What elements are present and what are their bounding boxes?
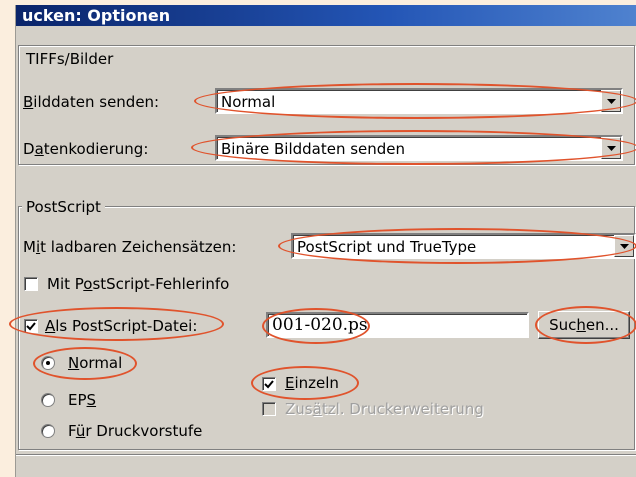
als-datei-label: Als PostScript-Datei: — [45, 317, 198, 335]
radio-normal[interactable] — [41, 356, 55, 370]
title-bar[interactable]: ucken: Optionen — [16, 5, 636, 26]
radio-selected-dot — [46, 361, 50, 365]
print-options-dialog: ucken: Optionen TIFFs/Bilder Bilddaten s… — [9, 5, 636, 477]
radio-eps[interactable] — [41, 393, 55, 407]
radio-eps-label: EPS — [68, 391, 97, 409]
filename-value: 001-020.ps — [272, 315, 368, 335]
chevron-down-icon — [607, 99, 616, 104]
checkmark-icon — [264, 380, 274, 389]
bilddaten-label: Bilddaten senden: — [23, 93, 160, 111]
zeichensaetze-value: PostScript und TrueType — [297, 238, 477, 256]
bilddaten-value: Normal — [221, 93, 276, 111]
als-datei-checkbox[interactable] — [24, 319, 38, 333]
chevron-down-icon — [607, 146, 616, 151]
einzeln-label: Einzeln — [285, 374, 339, 392]
bilddaten-select[interactable]: Normal — [215, 88, 623, 114]
bilddaten-dropdown-button[interactable] — [601, 90, 621, 112]
zeichensaetze-label: Mit ladbaren Zeichensätzen: — [23, 238, 237, 256]
radio-normal-label: Normal — [68, 354, 123, 372]
datenkodierung-dropdown-button[interactable] — [601, 137, 621, 159]
postscript-filename-input[interactable]: 001-020.ps — [266, 312, 529, 338]
chevron-down-icon — [620, 244, 629, 249]
datenkodierung-label: Datenkodierung: — [23, 140, 149, 158]
zeichensaetze-dropdown-button[interactable] — [614, 235, 634, 257]
radio-druckvorstufe-label: Für Druckvorstufe — [68, 422, 203, 440]
zusaetzl-label: Zusätzl. Druckerweiterung — [285, 400, 484, 418]
bottom-divider — [16, 454, 636, 456]
postscript-group-label: PostScript — [22, 198, 105, 216]
datenkodierung-select[interactable]: Binäre Bilddaten senden — [215, 135, 623, 161]
datenkodierung-value: Binäre Bilddaten senden — [221, 140, 406, 158]
fehlerinfo-checkbox[interactable] — [24, 277, 38, 291]
zusaetzl-checkbox[interactable] — [262, 402, 276, 416]
checkmark-icon — [26, 322, 36, 331]
fehlerinfo-label: Mit PostScript-Fehlerinfo — [47, 275, 230, 293]
einzeln-checkbox[interactable] — [262, 377, 276, 391]
window-title: ucken: Optionen — [22, 6, 171, 25]
radio-druckvorstufe[interactable] — [41, 424, 55, 438]
tiffs-group-label: TIFFs/Bilder — [22, 50, 118, 68]
zeichensaetze-select[interactable]: PostScript und TrueType — [291, 233, 636, 259]
suchen-button[interactable]: Suchen... — [538, 311, 630, 339]
